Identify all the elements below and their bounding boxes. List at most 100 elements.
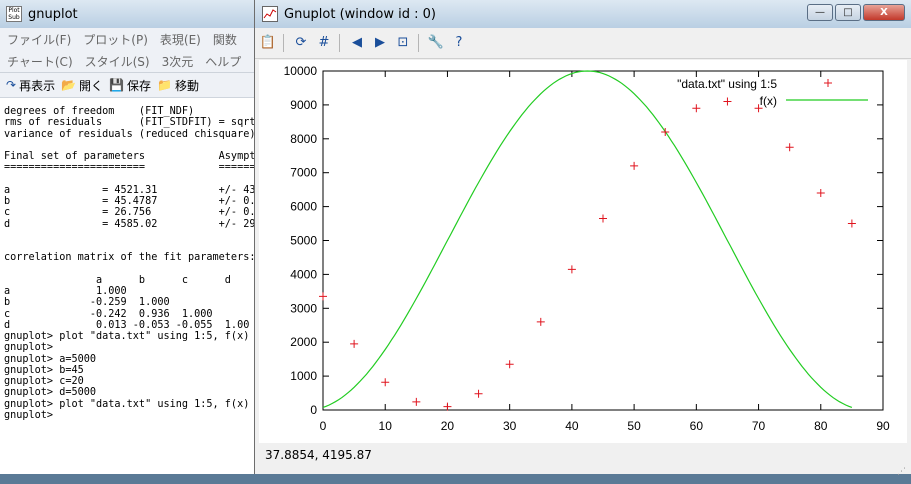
y-tick-label: 0	[310, 403, 317, 417]
menu-item[interactable]: 3次元	[155, 53, 199, 70]
data-point	[567, 265, 576, 274]
zoom-next-icon[interactable]: ▶	[370, 33, 390, 53]
help-icon[interactable]: ?	[449, 33, 469, 53]
y-tick-label: 5000	[290, 234, 317, 248]
save-icon: 💾	[109, 78, 124, 92]
menu-row-2: チャート(C) スタイル(S) 3次元 ヘルプ	[0, 50, 262, 72]
console-line: gnuplot> b=45	[4, 364, 84, 376]
y-tick-label: 7000	[290, 166, 317, 180]
close-button[interactable]: X	[863, 4, 905, 21]
menu-item[interactable]: 関数	[206, 31, 242, 48]
move-icon: 📁	[157, 78, 172, 92]
toolbar-button-0[interactable]: ↷ 再表示	[6, 77, 55, 94]
y-tick-label: 2000	[290, 335, 317, 349]
legend-label-data: "data.txt" using 1:5	[677, 77, 777, 91]
console-title-bar[interactable]: Plot Sub gnuplot	[0, 0, 262, 28]
redisplay-icon: ↷	[6, 78, 17, 92]
menu-item[interactable]: スタイル(S)	[78, 53, 155, 70]
data-point	[350, 339, 359, 348]
console-line: variance of residuals (reduced chisquare…	[4, 128, 256, 140]
console-line: a 1.000	[4, 286, 127, 297]
console-window: Plot Sub gnuplot ファイル(F) プロット(P) 表現(E) 関数 チ…	[0, 0, 263, 474]
options-wrench-icon[interactable]: 🔧	[426, 33, 446, 53]
x-tick-label: 60	[690, 419, 704, 433]
console-window-title: gnuplot	[28, 6, 78, 22]
y-tick-label: 10000	[284, 64, 318, 78]
console-line: gnuplot>	[4, 409, 54, 421]
toolbar-button-2[interactable]: 💾 保存	[109, 77, 151, 94]
x-tick-label: 80	[814, 419, 828, 433]
maximize-button[interactable]: □	[835, 4, 861, 21]
copy-clipboard-icon[interactable]: 📋	[258, 33, 278, 53]
grid-icon[interactable]: #	[314, 33, 334, 53]
plot-area[interactable]: 0 10 20 30 40 50 60 70 80 90 0 1000 2000 3000 4000 5000…	[259, 60, 907, 443]
x-tick-label: 50	[627, 419, 641, 433]
data-point	[630, 161, 639, 170]
gnuplot-title-bar[interactable]: Gnuplot (window id : 0) — □ X	[255, 0, 911, 28]
zoom-previous-icon[interactable]: ◀	[347, 33, 367, 53]
x-tick-label: 10	[379, 419, 393, 433]
open-folder-icon: 📂	[61, 78, 77, 92]
console-line: b -0.259 1.000	[4, 297, 170, 309]
toolbar-button-1[interactable]: 📂 開く	[61, 77, 103, 94]
console-line: c = 26.756 +/- 0.	[4, 207, 256, 219]
data-point	[692, 104, 701, 113]
fit-curve-line	[322, 70, 853, 408]
y-tick-label: 6000	[290, 200, 317, 214]
toolbar-separator	[283, 34, 284, 52]
replot-icon[interactable]: ⟳	[291, 33, 311, 53]
data-point	[319, 292, 327, 301]
plot-svg: 0 10 20 30 40 50 60 70 80 90 0 1000 2000 3000 4000 5000…	[284, 64, 890, 433]
mouse-coordinates: 37.8854, 4195.87	[265, 448, 372, 462]
data-point	[536, 317, 545, 326]
console-line: d 0.013 -0.053 -0.055 1.00	[4, 319, 250, 331]
console-line: Final set of parameters Asympt	[4, 151, 256, 162]
console-toolbar: ↷ 再表示 📂 開く 💾 保存 📁 移動	[0, 73, 262, 98]
data-point	[381, 378, 390, 387]
menu-item[interactable]: ヘルプ	[198, 53, 246, 70]
y-tick-label: 4000	[290, 267, 317, 281]
toolbar-button-label: 開く	[79, 78, 104, 93]
gnuplot-window: Gnuplot (window id : 0) — □ X 📋 ⟳ # ◀ ▶ ⊡ 🔧? 0…	[254, 0, 911, 477]
data-point	[816, 189, 825, 198]
gnuplot-toolbar: 📋 ⟳ # ◀ ▶ ⊡ 🔧?	[255, 28, 911, 59]
resize-grip[interactable]: ⋰	[897, 460, 907, 477]
y-tick-label: 1000	[290, 369, 317, 383]
y-tick-label: 9000	[290, 98, 317, 112]
plot-border	[322, 70, 884, 411]
menu-item[interactable]: ファイル(F)	[0, 31, 76, 48]
data-point	[599, 214, 607, 223]
console-line: gnuplot> plot "data.txt" using 1:5, f(x)	[4, 331, 250, 342]
console-menubar: ファイル(F) プロット(P) 表現(E) 関数 チャート(C) スタイル(S) 3次元ヘ…	[0, 28, 262, 73]
console-line: degrees of freedom (FIT_NDF)	[4, 106, 195, 117]
caption-buttons: — □ X	[805, 4, 905, 21]
y-tick-label: 8000	[290, 132, 317, 146]
console-line: correlation matrix of the fit parameters…	[4, 252, 256, 264]
autoscale-icon[interactable]: ⊡	[393, 33, 413, 53]
data-point	[847, 219, 856, 228]
toolbar-button-label: 再表示	[19, 78, 56, 93]
toolbar-button-label: 保存	[127, 78, 152, 93]
gnuplot-app-icon: Plot Sub	[6, 6, 22, 22]
console-line: gnuplot> c=20	[4, 376, 84, 387]
status-bar: 37.8854, 4195.87 ⋰	[255, 443, 911, 477]
data-point	[505, 360, 514, 369]
legend-label-fx: f(x)	[760, 94, 777, 108]
menu-item[interactable]: 表現(E)	[153, 31, 206, 48]
toolbar-separator	[418, 34, 419, 52]
toolbar-button-3[interactable]: 📁 移動	[157, 77, 199, 94]
legend-marker-data	[824, 79, 832, 87]
console-line: d = 4585.02 +/- 29	[4, 218, 256, 230]
console-line: rms of residuals (FIT_STDFIT) = sqrt	[4, 117, 256, 129]
minimize-button[interactable]: —	[807, 4, 833, 21]
console-line: b = 45.4787 +/- 0.	[4, 196, 256, 207]
menu-item[interactable]: プロット(P)	[76, 31, 153, 48]
x-tick-label: 0	[320, 419, 327, 433]
console-output[interactable]: degrees of freedom (FIT_NDF) rms of resid…	[4, 106, 260, 466]
toolbar-button-label: 移動	[174, 78, 199, 93]
menu-item[interactable]: チャート(C)	[0, 53, 78, 70]
